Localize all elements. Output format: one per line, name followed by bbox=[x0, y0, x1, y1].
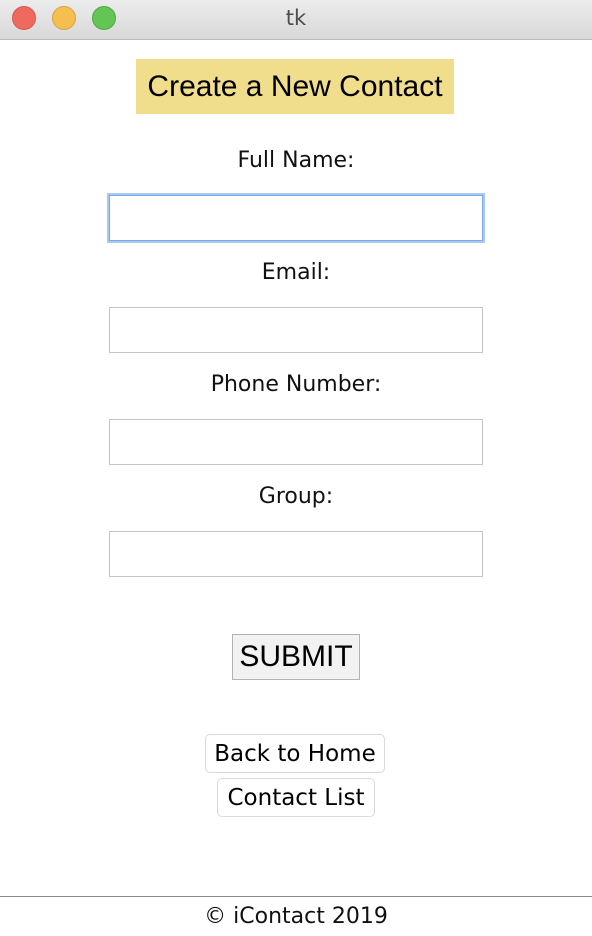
window-title: tk bbox=[285, 6, 307, 30]
app-window: tk Create a New Contact Full Name: Email… bbox=[0, 0, 592, 936]
footer-divider bbox=[0, 896, 592, 897]
email-input[interactable] bbox=[109, 307, 483, 353]
contact-list-button[interactable]: Contact List bbox=[217, 778, 375, 817]
phone-number-input[interactable] bbox=[109, 419, 483, 465]
page-heading: Create a New Contact bbox=[136, 59, 454, 114]
title-bar[interactable]: tk bbox=[0, 0, 592, 40]
submit-button[interactable]: SUBMIT bbox=[232, 634, 360, 680]
email-label: Email: bbox=[261, 260, 331, 285]
group-input[interactable] bbox=[109, 531, 483, 577]
footer-copyright: © iContact 2019 bbox=[204, 904, 388, 929]
phone-number-label: Phone Number: bbox=[210, 372, 382, 397]
back-to-home-button[interactable]: Back to Home bbox=[205, 734, 385, 773]
group-label: Group: bbox=[258, 484, 334, 509]
full-name-label: Full Name: bbox=[237, 148, 355, 173]
full-name-input[interactable] bbox=[109, 195, 483, 241]
